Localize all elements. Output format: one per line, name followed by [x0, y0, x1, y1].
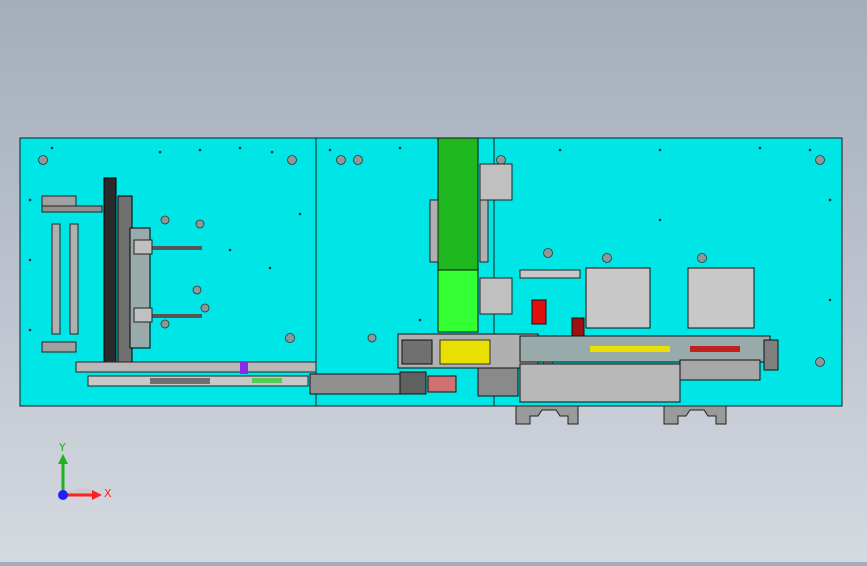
- y-axis-label: Y: [59, 441, 66, 454]
- cad-drawing[interactable]: [0, 0, 867, 562]
- z-axis-dot: [58, 490, 68, 500]
- mounting-feet: [515, 405, 727, 425]
- x-axis-label: X: [104, 487, 112, 500]
- cad-viewport[interactable]: Y X: [0, 0, 867, 562]
